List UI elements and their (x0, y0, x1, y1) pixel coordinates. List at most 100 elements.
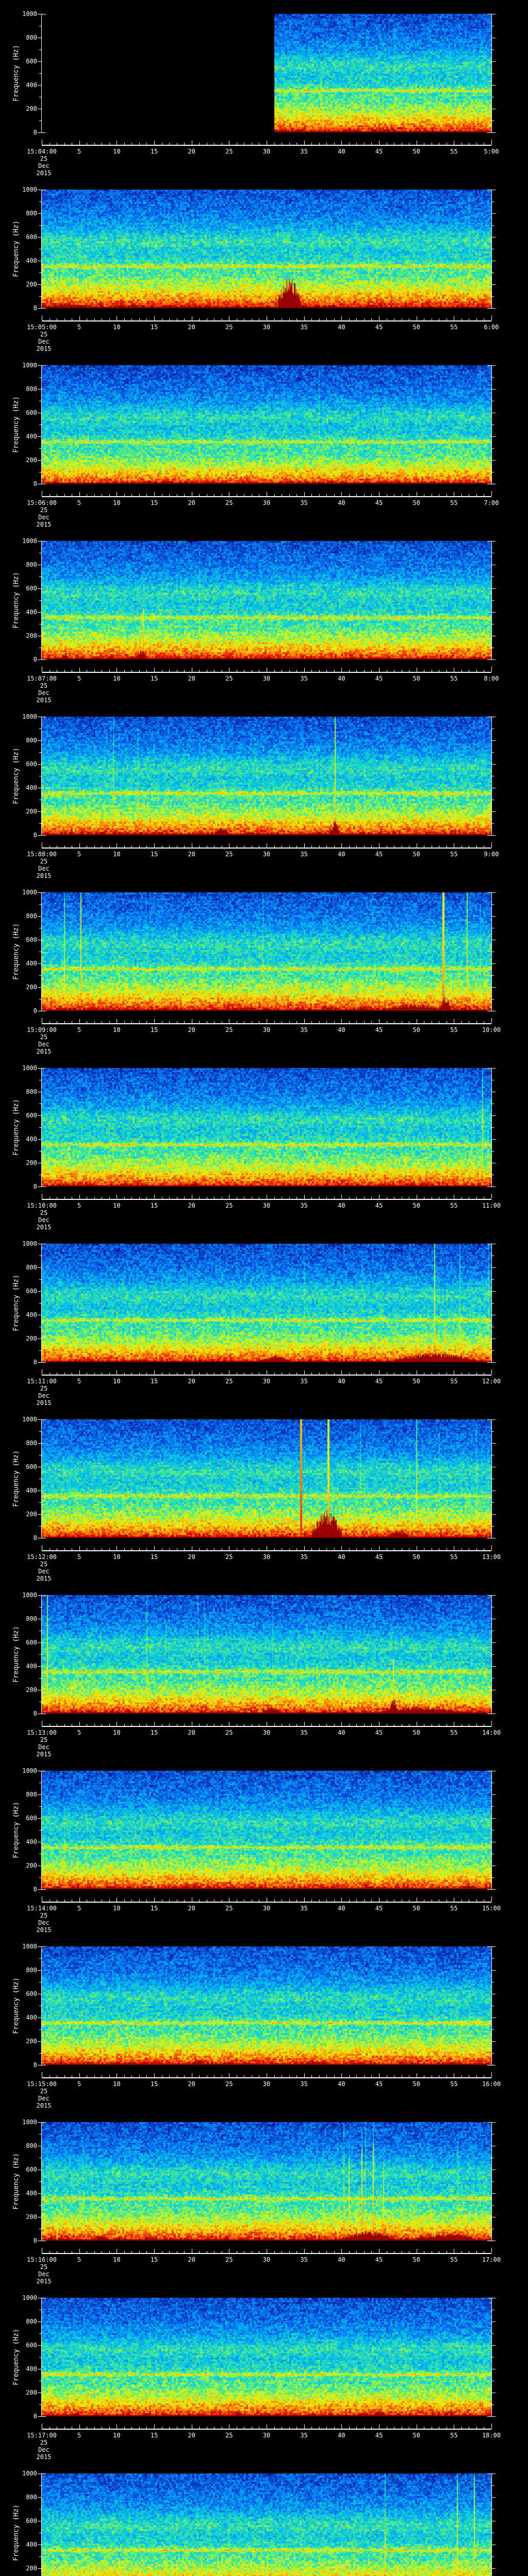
x-major-tick (341, 668, 342, 672)
spectrogram-panel: 1000 800 600 400 200 0 Frequency (Hz) 15:08:00 5… (0, 703, 528, 879)
x-minor-tick (64, 1021, 65, 1023)
x-minor-tick (356, 2075, 357, 2077)
spectrogram-panel: 1000 800 600 400 200 0 Frequency (Hz) 15:06:00 5… (0, 351, 528, 528)
y-tick-label: 0 (33, 480, 37, 487)
x-major-tick (491, 1545, 492, 1550)
y-minor-tick (39, 2485, 41, 2486)
x-minor-tick (296, 670, 297, 672)
x-tick-label: 15 (150, 1905, 158, 1912)
date-label: Dec (38, 865, 50, 872)
x-minor-tick (184, 845, 185, 848)
x-tick-label: 20 (188, 2256, 195, 2263)
x-minor-tick (364, 2427, 365, 2429)
y-right-major-tick (492, 1490, 496, 1491)
x-minor-tick (334, 318, 335, 320)
y-axis-right-bottom-serif (487, 308, 492, 309)
y-right-major-tick (492, 213, 496, 214)
x-major-tick (304, 2073, 305, 2077)
spectrogram-plot (42, 541, 491, 659)
y-minor-tick (39, 1958, 41, 1959)
y-minor-tick (39, 1806, 41, 1807)
x-minor-tick (349, 143, 350, 145)
x-minor-tick (109, 2075, 110, 2077)
frequency-axis-title: Frequency (Hz) (12, 1977, 20, 2034)
y-axis-bottom-serif (41, 1362, 46, 1363)
x-minor-tick (64, 2075, 65, 2077)
y-right-minor-tick (492, 2509, 494, 2510)
x-minor-tick (311, 2075, 312, 2077)
x-minor-tick (146, 1724, 147, 1726)
y-tick-label: 0 (33, 1534, 37, 1541)
y-major-tick (38, 2416, 41, 2417)
y-right-major-tick (492, 1666, 496, 1667)
y-major-tick (38, 1595, 41, 1596)
x-minor-tick (311, 1724, 312, 1726)
x-tick-label: 45 (375, 1026, 383, 1033)
x-major-tick (491, 2248, 492, 2253)
x-tick-label: 40 (338, 2432, 345, 2439)
x-minor-tick (146, 318, 147, 320)
end-time-label: 10:00 (482, 1026, 501, 1033)
spectrogram-plot (42, 892, 491, 1011)
x-axis-line (42, 848, 491, 849)
x-minor-tick (311, 1021, 312, 1023)
x-minor-tick (296, 1021, 297, 1023)
x-minor-tick (326, 318, 327, 320)
x-tick-label: 45 (375, 148, 383, 155)
y-minor-tick (39, 728, 41, 729)
x-tick-label: 15 (150, 324, 158, 331)
x-minor-tick (296, 318, 297, 320)
x-tick-label: 15 (150, 1729, 158, 1736)
x-minor-tick (184, 1724, 185, 1726)
x-minor-tick (334, 1724, 335, 1726)
x-minor-tick (356, 1372, 357, 1375)
x-minor-tick (146, 1372, 147, 1375)
x-minor-tick (94, 1724, 95, 1726)
x-minor-tick (146, 494, 147, 496)
x-minor-tick (461, 1021, 462, 1023)
x-major-tick (379, 1019, 380, 1023)
x-minor-tick (289, 2251, 290, 2253)
x-minor-tick (199, 318, 200, 320)
x-tick-label: 50 (412, 148, 420, 155)
x-tick-label: 40 (338, 1905, 345, 1912)
y-axis-line (41, 1595, 42, 1714)
date-label: Dec (38, 1216, 50, 1224)
x-minor-tick (319, 2251, 320, 2253)
x-major-tick (379, 316, 380, 320)
y-tick-label: 1000 (22, 713, 37, 720)
x-minor-tick (319, 845, 320, 848)
y-major-tick (38, 1666, 41, 1667)
x-minor-tick (131, 494, 132, 496)
x-minor-tick (334, 1372, 335, 1375)
x-minor-tick (296, 1724, 297, 1726)
y-right-major-tick (492, 436, 496, 437)
date-label: 25 (40, 1736, 48, 1743)
y-tick-label: 0 (33, 2413, 37, 2420)
y-right-major-tick (492, 1818, 496, 1819)
y-right-major-tick (492, 1514, 496, 1515)
x-minor-tick (199, 2075, 200, 2077)
y-axis-line (41, 190, 42, 309)
x-tick-label: 25 (225, 1729, 233, 1736)
x-major-tick (304, 316, 305, 320)
frequency-axis-title: Frequency (Hz) (12, 748, 20, 804)
x-minor-tick (131, 2427, 132, 2429)
y-right-major-tick (492, 2041, 496, 2042)
x-tick-label: 5 (77, 148, 81, 155)
x-tick-label: 50 (412, 2256, 420, 2263)
x-minor-tick (364, 2075, 365, 2077)
x-major-tick (341, 2073, 342, 2077)
x-major-tick (379, 1195, 380, 1199)
x-minor-tick (364, 1724, 365, 1726)
x-minor-tick (371, 1724, 372, 1726)
y-right-major-tick (492, 764, 496, 765)
x-major-tick (304, 668, 305, 672)
x-minor-tick (169, 670, 170, 672)
x-major-tick (304, 2425, 305, 2429)
y-right-major-tick (492, 2497, 496, 2498)
x-minor-tick (461, 2427, 462, 2429)
x-tick-label: 45 (375, 1729, 383, 1736)
y-minor-tick (39, 1350, 41, 1351)
x-tick-label: 15 (150, 2080, 158, 2088)
